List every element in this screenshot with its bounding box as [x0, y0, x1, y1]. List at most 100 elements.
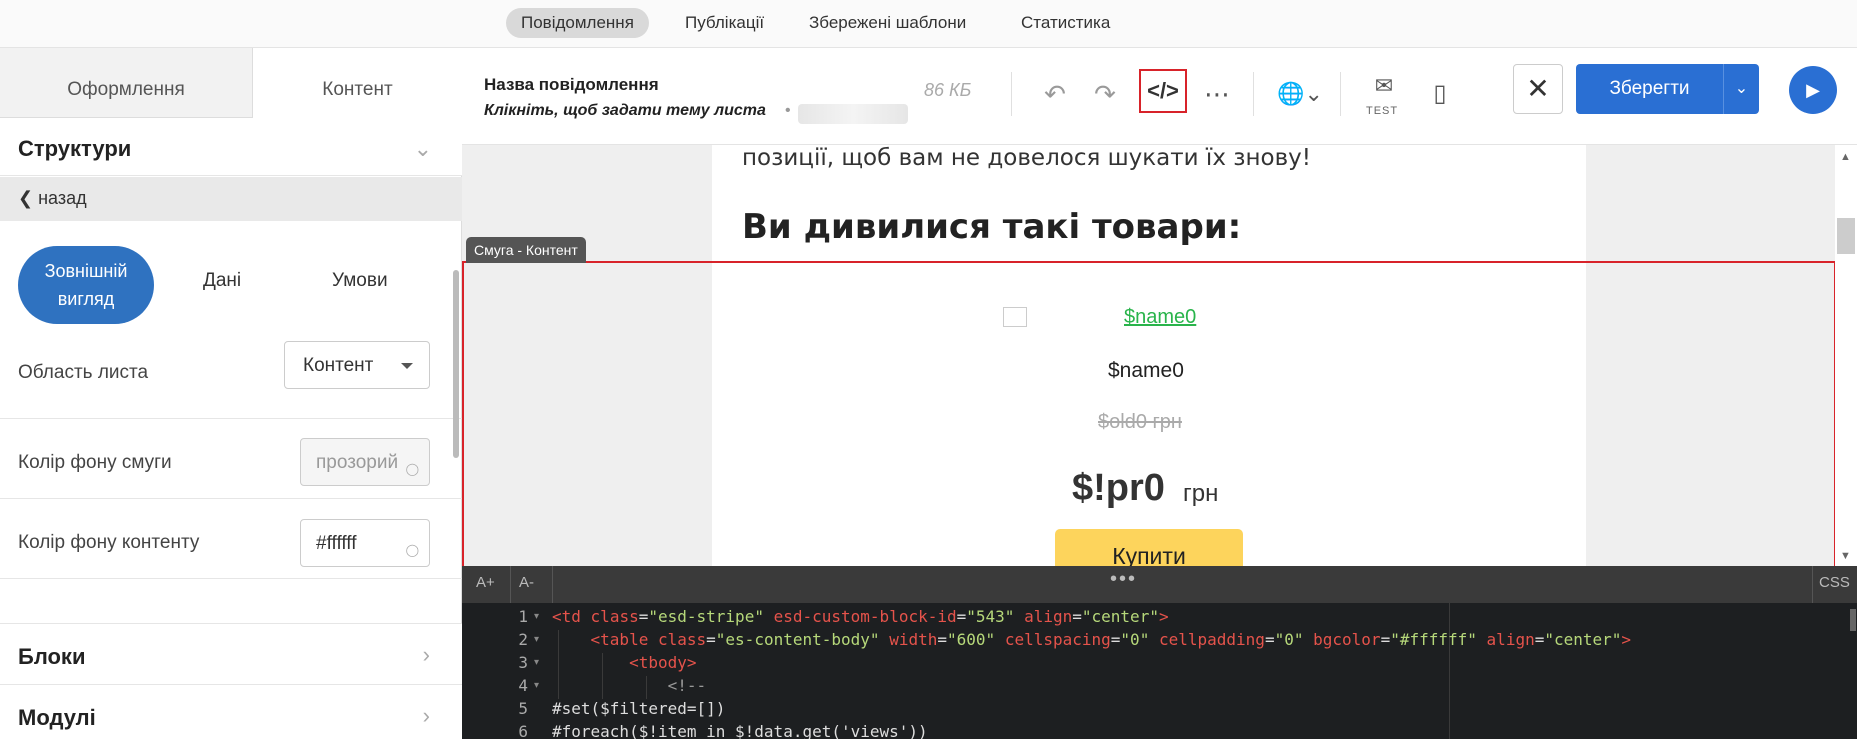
product-name[interactable]: $name0 — [1108, 359, 1184, 383]
left-panel-scrollbar[interactable] — [453, 270, 459, 458]
code-line-1: <td class="esd-stripe" esd-custom-block-… — [552, 607, 1169, 626]
subtab-conditions[interactable]: Умови — [332, 270, 388, 292]
print-margin — [1449, 603, 1450, 739]
code-token: cellspacing — [1004, 630, 1111, 649]
section-heading[interactable]: Ви дивилися такі товари: — [742, 207, 1241, 247]
css-tab[interactable]: CSS — [1819, 574, 1850, 591]
canvas-scroll-thumb[interactable] — [1837, 218, 1855, 254]
blurred-preheader — [798, 104, 908, 124]
chevron-right-icon: › — [422, 703, 430, 728]
broken-image-icon[interactable] — [1003, 307, 1027, 327]
nav-messages[interactable]: Повідомлення — [506, 8, 649, 38]
code-token: align — [1024, 607, 1073, 626]
language-globe-icon[interactable]: 🌐⌄ — [1270, 74, 1330, 114]
buy-button[interactable]: Купити — [1055, 529, 1243, 566]
blocks-label: Блоки — [18, 644, 86, 669]
toolbar-divider — [1253, 72, 1254, 116]
content-bg-color-input[interactable]: #ffffff ◯ — [300, 519, 430, 567]
play-icon: ▶ — [1806, 80, 1820, 100]
canvas-scrollbar[interactable]: ▲ ▼ — [1835, 145, 1857, 566]
blocks-section-header[interactable]: Блоки › — [0, 623, 462, 684]
subject-separator-dot: • — [785, 102, 791, 119]
chevron-down-icon: ⌄ — [1734, 80, 1749, 97]
code-token: bgcolor — [1313, 630, 1381, 649]
code-token: width — [889, 630, 938, 649]
mobile-preview-icon[interactable]: ▯ — [1425, 74, 1455, 114]
back-label: ❮ назад — [18, 188, 87, 209]
code-token: class — [657, 630, 707, 649]
toolbar-divider — [1011, 72, 1012, 116]
structures-label: Структури — [18, 136, 132, 161]
code-token: "543" — [966, 607, 1015, 626]
font-decrease-button[interactable]: A- — [519, 574, 534, 591]
scroll-up-icon[interactable]: ▲ — [1840, 151, 1851, 163]
nav-statistics[interactable]: Статистика — [1006, 8, 1125, 38]
fold-arrow-icon[interactable]: ▾ — [534, 634, 539, 645]
nav-saved-templates[interactable]: Збережені шаблони — [794, 8, 981, 38]
back-text: назад — [38, 188, 87, 208]
save-options-button[interactable]: ⌄ — [1723, 64, 1759, 114]
code-token: "0" — [1120, 630, 1150, 649]
send-play-button[interactable]: ▶ — [1789, 66, 1837, 114]
codebar-divider — [510, 566, 511, 603]
tab-design[interactable]: Оформлення — [0, 48, 253, 118]
back-button[interactable]: ❮ назад — [0, 177, 462, 221]
close-icon: ✕ — [1526, 73, 1550, 104]
test-label: TEST — [1366, 105, 1399, 117]
resize-handle-icon[interactable]: ••• — [1110, 568, 1137, 591]
content-bg-label: Колір фону контенту — [18, 532, 200, 553]
content-bg-value: #ffffff — [316, 533, 357, 554]
code-editor-bar: A+ A- ••• CSS — [462, 566, 1857, 603]
line-number: 3 — [518, 653, 528, 672]
code-token: cellpadding — [1158, 630, 1265, 649]
letter-area-value: Контент — [303, 355, 374, 376]
subject-input[interactable]: Клікніть, щоб задати тему листа — [484, 102, 766, 120]
tab-content[interactable]: Контент — [253, 48, 462, 118]
stripe-bg-value: прозорий — [316, 452, 399, 473]
nav-publications[interactable]: Публікації — [670, 8, 779, 38]
scroll-down-icon[interactable]: ▼ — [1840, 550, 1851, 562]
toolbar-divider — [1340, 72, 1341, 116]
code-token: "0" — [1274, 630, 1304, 649]
subtab-appearance[interactable]: Зовнішній вигляд — [18, 246, 154, 324]
left-panel-tabs: Оформлення Контент — [0, 48, 462, 118]
code-token: "center" — [1544, 630, 1622, 649]
code-line-6: #foreach($!item in $!data.get('views')) — [552, 722, 928, 739]
letter-area-select[interactable]: Контент — [284, 341, 430, 389]
editor-scroll-thumb[interactable] — [1850, 609, 1856, 631]
save-button[interactable]: Зберегти — [1576, 64, 1723, 114]
old-price[interactable]: $old0 грн — [1098, 411, 1182, 434]
email-editor-app: Повідомлення Публікації Збережені шаблон… — [0, 0, 1857, 739]
chevron-down-icon: ⌄ — [413, 136, 432, 161]
fold-arrow-icon[interactable]: ▾ — [534, 680, 539, 691]
stripe-bg-label: Колір фону смуги — [18, 452, 172, 473]
code-editor[interactable]: 1 ▾ 2 ▾ 3 ▾ 4 ▾ 5 6 <td class="esd-strip… — [462, 603, 1857, 739]
code-token: "600" — [947, 630, 996, 649]
modules-label: Модулі — [18, 705, 96, 730]
subtab-data[interactable]: Дані — [203, 270, 241, 292]
fold-arrow-icon[interactable]: ▾ — [534, 611, 539, 622]
more-icon[interactable]: ⋯ — [1199, 74, 1235, 114]
email-canvas: позиції, щоб вам не довелося шукати їх з… — [462, 145, 1857, 566]
code-token: <!-- — [667, 676, 707, 695]
product-price[interactable]: $!pr0 — [1072, 467, 1165, 510]
stripe-bg-color-input[interactable]: прозорий ◯ — [300, 438, 430, 486]
message-name[interactable]: Назва повідомлення — [484, 75, 659, 95]
code-line-2: <table class="es-content-body" width="60… — [590, 630, 1632, 649]
content-bg-row: Колір фону контенту #ffffff ◯ — [0, 499, 462, 579]
close-button[interactable]: ✕ — [1513, 64, 1563, 114]
modules-section-header[interactable]: Модулі › — [0, 684, 462, 739]
structures-section-header[interactable]: Структури ⌄ — [0, 118, 462, 176]
fold-arrow-icon[interactable]: ▾ — [534, 657, 539, 668]
caret-down-icon — [401, 363, 413, 369]
undo-icon[interactable]: ↶ — [1040, 74, 1070, 114]
redo-icon[interactable]: ↷ — [1090, 74, 1120, 114]
product-image-link[interactable]: $name0 — [1124, 306, 1196, 329]
code-token: "esd-stripe" — [648, 607, 764, 626]
font-increase-button[interactable]: A+ — [476, 574, 495, 591]
paragraph-text[interactable]: позиції, щоб вам не довелося шукати їх з… — [742, 145, 1311, 171]
code-editor-icon[interactable]: </> — [1139, 69, 1187, 113]
test-email-icon[interactable]: ✉ — [1366, 66, 1402, 106]
code-token: <td — [552, 607, 581, 626]
top-nav: Повідомлення Публікації Збережені шаблон… — [0, 0, 1857, 48]
